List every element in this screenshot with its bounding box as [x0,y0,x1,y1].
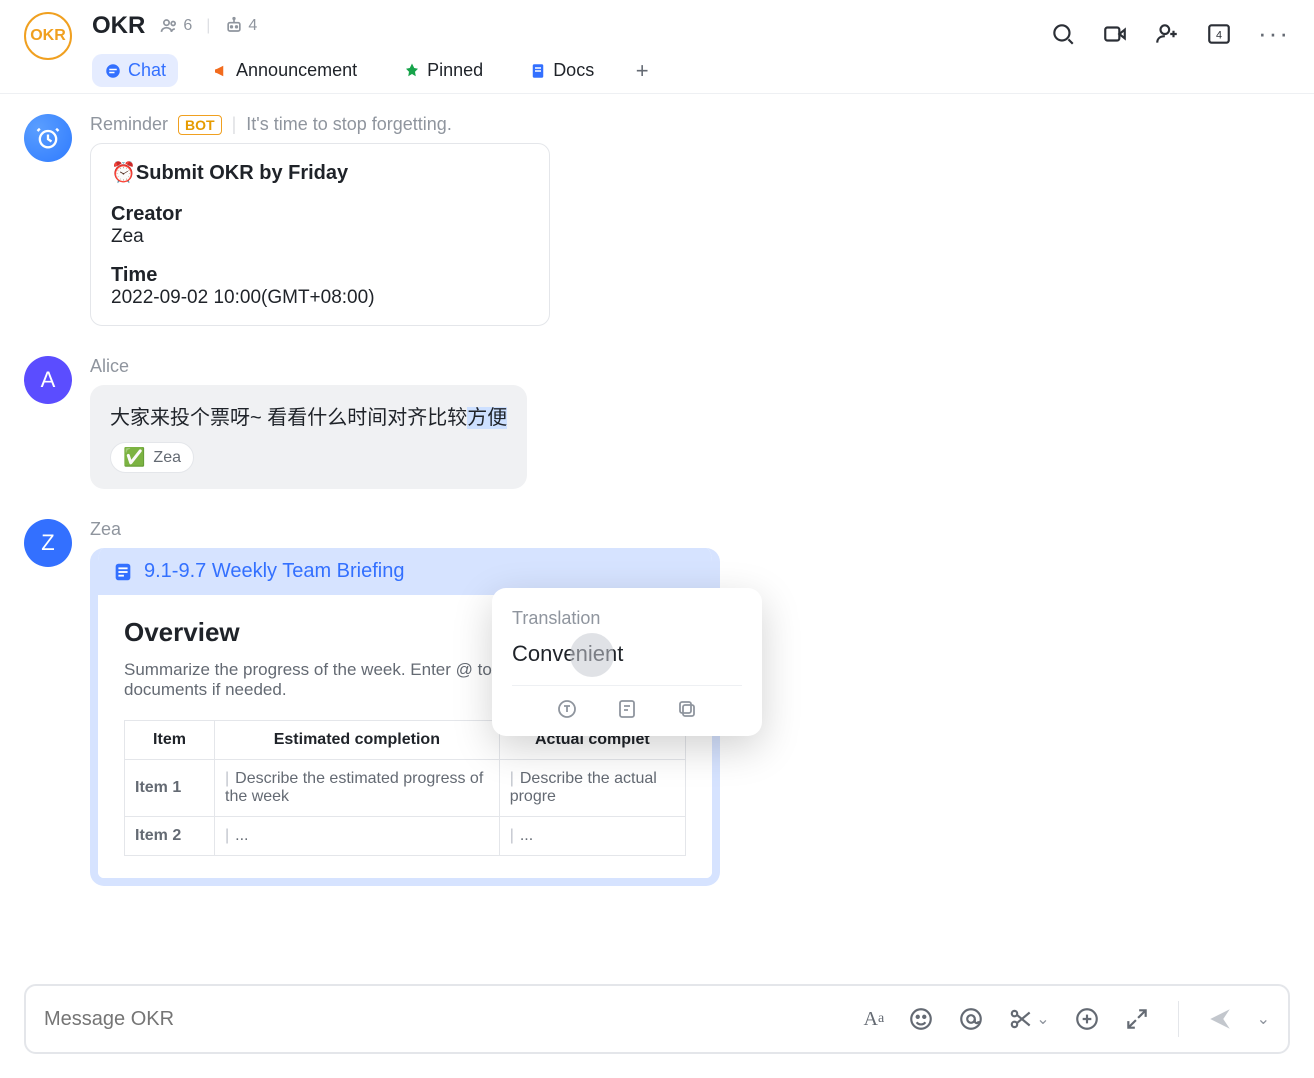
table-row: Item 2 |... |... [125,817,686,856]
scissors-icon[interactable]: ⌄ [1008,1006,1049,1032]
message-alice: A Alice 大家来投个票呀~ 看看什么时间对齐比较方便 ✅ Zea [24,356,1290,489]
doc-title: 9.1-9.7 Weekly Team Briefing [144,560,405,583]
message-reminder: Reminder BOT | It's time to stop forgett… [24,114,1290,326]
copy-icon[interactable] [674,696,700,722]
search-icon[interactable] [1050,21,1076,47]
doc-table: Item Estimated completion Actual complet… [124,720,686,856]
svg-text:4: 4 [1216,29,1222,41]
bot-icon [224,16,244,36]
video-call-icon[interactable] [1102,21,1128,47]
add-tab-button[interactable]: + [628,57,656,85]
group-avatar[interactable]: OKR [24,12,72,60]
group-title: OKR [92,12,145,40]
translate-settings-icon[interactable] [554,696,580,722]
bot-badge: BOT [178,115,222,135]
tab-docs-label: Docs [553,60,594,81]
add-member-icon[interactable] [1154,21,1180,47]
reaction-user: Zea [153,449,181,467]
members-icon [159,16,179,36]
th-item: Item [125,721,215,760]
done-emoji-icon: ✅ [123,447,145,468]
alice-text-selected: 方便 [467,407,507,429]
tab-docs[interactable]: Docs [517,54,606,87]
header-actions: 4 ··· [1050,12,1290,49]
bot-count-value: 4 [248,17,257,35]
chat-icon [104,62,122,80]
send-options-icon[interactable]: ⌄ [1257,1009,1270,1029]
doc-icon [112,561,134,583]
translation-result: Convenient [512,641,623,667]
translation-title: Translation [512,608,742,629]
chevron-down-icon: ⌄ [1036,1009,1049,1029]
alice-text: 大家来投个票呀~ 看看什么时间对齐比较 [110,407,467,429]
tab-pinned[interactable]: Pinned [391,54,495,87]
tab-chat[interactable]: Chat [92,54,178,87]
pin-icon [403,62,421,80]
separator [1178,1001,1179,1037]
sidebar-icon[interactable]: 4 [1206,21,1232,47]
format-icon[interactable]: Aa [864,1008,885,1031]
creator-value: Zea [111,226,529,248]
more-icon[interactable]: ··· [1258,18,1290,49]
bot-subtitle: It's time to stop forgetting. [246,114,452,135]
sender-name: Alice [90,356,129,377]
zea-avatar[interactable]: Z [24,519,72,567]
tab-chat-label: Chat [128,60,166,81]
message-list: Reminder BOT | It's time to stop forgett… [0,94,1314,974]
cursor-indicator-icon [570,633,614,677]
tabs: Chat Announcement Pinned Docs + [92,54,1050,93]
th-estimated: Estimated completion [215,721,500,760]
alice-avatar[interactable]: A [24,356,72,404]
message-composer[interactable]: Aa ⌄ ⌄ [24,984,1290,1054]
send-button[interactable] [1207,1006,1233,1032]
divider [512,685,742,686]
reaction-chip[interactable]: ✅ Zea [110,442,194,473]
note-icon[interactable] [614,696,640,722]
emoji-icon[interactable] [908,1006,934,1032]
member-count-value: 6 [183,17,192,35]
mention-icon[interactable] [958,1006,984,1032]
expand-icon[interactable] [1124,1006,1150,1032]
meta-separator: | [206,17,210,35]
bot-count[interactable]: 4 [224,16,257,36]
sender-name: Reminder [90,114,168,135]
tab-announcement[interactable]: Announcement [200,54,369,87]
table-row: Item 1 |Describe the estimated progress … [125,760,686,817]
megaphone-icon [212,62,230,80]
alice-message-bubble[interactable]: 大家来投个票呀~ 看看什么时间对齐比较方便 ✅ Zea [90,385,527,489]
member-count[interactable]: 6 [159,16,192,36]
tab-pinned-label: Pinned [427,60,483,81]
add-attachment-icon[interactable] [1074,1006,1100,1032]
reminder-card[interactable]: ⏰Submit OKR by Friday Creator Zea Time 2… [90,143,550,326]
tab-announcement-label: Announcement [236,60,357,81]
sender-name: Zea [90,519,121,540]
creator-label: Creator [111,203,529,226]
time-label: Time [111,264,529,287]
reminder-card-title: ⏰Submit OKR by Friday [111,160,529,185]
doc-icon [529,62,547,80]
reminder-avatar[interactable] [24,114,72,162]
chat-header: OKR OKR 6 | 4 Chat [0,0,1314,94]
translation-popover: Translation Convenient [492,588,762,736]
message-input[interactable] [44,1008,864,1031]
time-value: 2022-09-02 10:00(GMT+08:00) [111,287,529,309]
